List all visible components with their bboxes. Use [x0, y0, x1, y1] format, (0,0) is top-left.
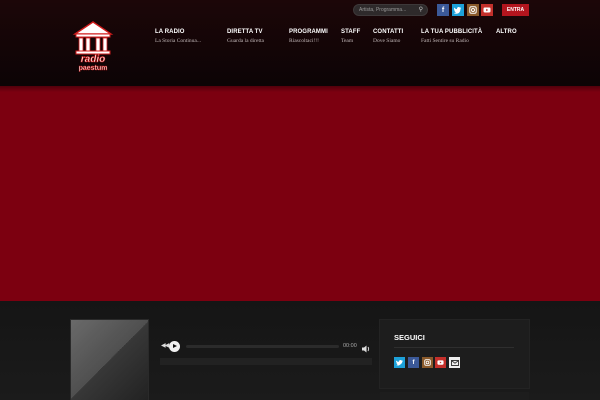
nav-item-title[interactable]: PROGRAMMI [289, 29, 328, 35]
player-time: 00:00 [343, 343, 357, 349]
nav-item-title[interactable]: LA TUA PUBBLICITÀ [421, 29, 482, 35]
facebook-icon[interactable]: f [437, 4, 449, 16]
nav-item-title[interactable]: CONTATTI [373, 29, 403, 35]
nav-item-programmi[interactable]: PROGRAMMI Riascoltaci!!! [289, 29, 328, 44]
hero-banner [0, 86, 600, 301]
youtube-icon[interactable] [435, 357, 446, 368]
email-icon[interactable] [449, 357, 460, 368]
login-button[interactable]: ENTRA [502, 4, 529, 16]
youtube-icon[interactable] [481, 4, 493, 16]
twitter-icon[interactable] [394, 357, 405, 368]
nav-item-subtitle: La Storia Continua... [155, 38, 201, 44]
nav-item-subtitle: Guarda la diretta [227, 38, 264, 44]
nav-item-title[interactable]: DIRETTA TV [227, 29, 264, 35]
progress-track[interactable] [186, 345, 339, 348]
follow-title: SEGUICI [394, 333, 425, 342]
sidebar-widget [380, 392, 529, 400]
logo-text-radio: radio [81, 54, 105, 65]
nav-item-title[interactable]: ALTRO [496, 29, 517, 35]
search-input[interactable] [359, 5, 417, 15]
follow-widget: SEGUICI [380, 320, 529, 388]
nav-item-staff[interactable]: STAFF Team [341, 29, 360, 44]
radio-paestum-logo[interactable]: radio paestum [71, 18, 115, 72]
nav-item-diretta-tv[interactable]: DIRETTA TV Guarda la diretta [227, 29, 264, 44]
album-cover [71, 320, 148, 400]
nav-item-subtitle: Fatti Sentire su Radio [421, 38, 469, 44]
twitter-icon[interactable] [452, 4, 464, 16]
nav-item-subtitle: Team [341, 38, 354, 44]
facebook-icon[interactable]: f [408, 357, 419, 368]
player-info-bar [160, 358, 372, 365]
divider [394, 347, 514, 348]
nav-item-contatti[interactable]: CONTATTI Dove Siamo [373, 29, 403, 44]
audio-player: ◀◀ 00:00 [160, 340, 372, 353]
instagram-icon[interactable] [422, 357, 433, 368]
rewind-icon[interactable]: ◀◀ [161, 342, 169, 349]
search-box[interactable]: ⚲ [353, 4, 428, 16]
nav-item-subtitle: Dove Siamo [373, 38, 401, 44]
instagram-icon[interactable] [467, 4, 479, 16]
nav-item-title[interactable]: LA RADIO [155, 29, 201, 35]
nav-item-altro[interactable]: ALTRO [496, 29, 517, 38]
play-button[interactable] [169, 341, 180, 352]
nav-item-la-radio[interactable]: LA RADIO La Storia Continua... [155, 29, 201, 44]
logo-text-paestum: paestum [79, 65, 108, 72]
search-icon[interactable]: ⚲ [419, 6, 423, 15]
nav-item-pubblicita[interactable]: LA TUA PUBBLICITÀ Fatti Sentire su Radio [421, 29, 482, 44]
nav-item-subtitle: Riascoltaci!!! [289, 38, 319, 44]
volume-icon[interactable] [361, 341, 371, 353]
nav-item-title[interactable]: STAFF [341, 29, 360, 35]
